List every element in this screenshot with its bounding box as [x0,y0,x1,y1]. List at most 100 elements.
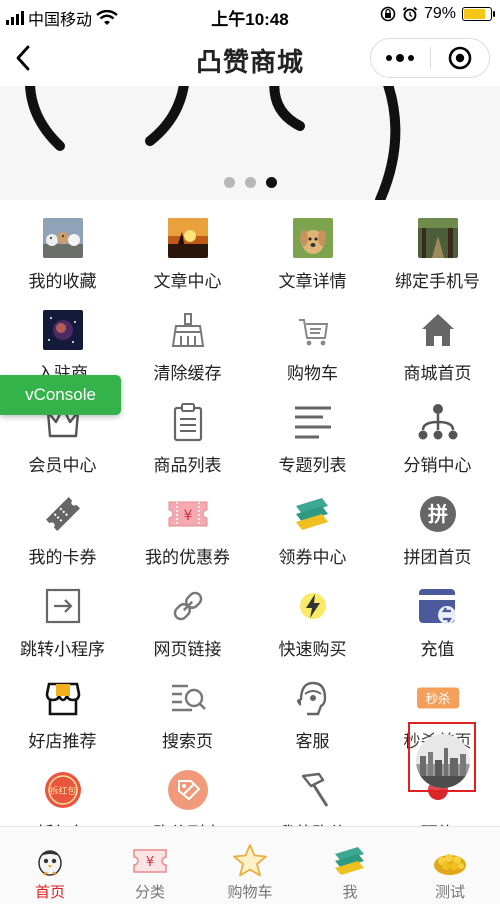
grid-item[interactable]: 砍价列表 [125,752,250,826]
lines-icon [292,401,334,443]
carousel-dot[interactable] [223,177,235,188]
grid-item-label: 专题列表 [278,456,347,475]
grid-item[interactable]: 清除缓存 [125,292,250,384]
grid-item[interactable]: 我的收藏 [0,200,125,292]
broom-icon [167,309,209,351]
grid-item-label: 商品列表 [153,456,222,475]
battery-percent: 79% [423,5,456,22]
grid-item[interactable]: 入驻商 [0,292,125,384]
more-icon [386,55,393,61]
grid-item[interactable]: 文章详情 [250,200,375,292]
grid-item-label: 购物车 [287,364,338,383]
grid-item-label: 领券中心 [278,548,347,567]
grid-item[interactable]: 搜索页 [125,660,250,752]
svg-text:¥: ¥ [146,855,154,870]
grid-item[interactable]: 跳转小程序 [0,568,125,660]
tab-label: 购物车 [227,884,273,901]
cart-icon [292,309,334,351]
axe-icon [292,769,334,811]
city-avatar-image [416,734,470,788]
banner-carousel[interactable] [0,86,500,200]
tab-item[interactable]: ¥ 分类 [100,827,200,904]
grid-item[interactable]: 我的卡券 [0,476,125,568]
grid-item-label: 拼团首页 [403,548,472,567]
grid-item-label: 会员中心 [28,456,97,475]
grid-item[interactable]: 领券中心 [250,476,375,568]
nav-bar: 凸赞商城 [0,30,500,86]
grid-item-label: 搜索页 [162,732,213,751]
grid-item-label: 快速购买 [278,640,347,659]
lock-rotation-icon [380,6,396,22]
grid-item-label: 分销中心 [403,456,472,475]
grid-item[interactable]: 拼拼团首页 [375,476,500,568]
bargain-tag-icon [167,769,209,811]
target-icon [448,46,472,70]
grid-item-label: 我的优惠券 [145,548,230,567]
headset-icon [292,677,334,719]
grid-item[interactable]: 网页链接 [125,568,250,660]
tab-item[interactable]: 首页 [0,827,100,904]
grid-item[interactable]: 专题列表 [250,384,375,476]
clipboard-icon [167,401,209,443]
carousel-dot[interactable] [265,177,277,188]
shop-icon [42,677,84,719]
sunset-photo-icon [167,217,209,259]
vconsole-button[interactable]: vConsole [0,375,121,415]
coupons-stack-icon [292,493,334,535]
svg-text:拆红包: 拆红包 [49,785,76,797]
grid-item-label: 我的砍价 [279,819,347,826]
more-button[interactable] [371,54,430,62]
grid-item[interactable]: 分销中心 [375,384,500,476]
tab-label: 我 [342,884,358,901]
grid-item[interactable]: ¥ 我的优惠券 [125,476,250,568]
alarm-icon [402,6,418,22]
grid-item-label: 好店推荐 [28,732,97,751]
battery-icon [462,7,495,21]
grid-item-label: 拆红包 [37,819,88,826]
grid-item-label: 跳转小程序 [20,640,105,659]
grid-item[interactable]: 商品列表 [125,384,250,476]
search-list-icon [167,677,209,719]
home-icon [417,309,459,351]
tab-label: 分类 [134,884,165,901]
floating-avatar-button[interactable] [408,722,476,792]
grid-item-label: 我的卡券 [28,548,97,567]
tab-bar: 首页 ¥ 分类 购物车 我 测试 [0,826,500,904]
carousel-dot[interactable] [244,177,256,188]
coupons-icon [330,843,370,879]
grid-item[interactable]: 文章中心 [125,200,250,292]
grid-item-label: 充值 [420,640,455,659]
status-bar: 中国移动 上午10:48 79% [0,0,500,30]
grid-item[interactable]: 充值 [375,568,500,660]
grid-item[interactable]: 好店推荐 [0,660,125,752]
coupon-yen-icon: ¥ [167,493,209,535]
tab-label: 测试 [434,884,465,901]
galaxy-photo-icon [42,309,84,351]
corn-icon [430,843,470,879]
grid-item-label: 我的收藏 [28,272,97,291]
grid-item[interactable]: 购物车 [250,292,375,384]
grid-item[interactable]: 商城首页 [375,292,500,384]
grid-item[interactable]: 拆红包拆红包 [0,752,125,826]
grid-item[interactable]: 绑定手机号 [375,200,500,292]
group-buy-icon: 拼 [417,493,459,535]
tab-item[interactable]: 测试 [400,827,500,904]
grid-item[interactable]: 我的砍价 [250,752,375,826]
svg-text:拼: 拼 [428,502,448,526]
grid-item[interactable]: 客服 [250,660,375,752]
grid-item-label: 文章详情 [278,272,347,291]
bird-icon [30,843,70,879]
puppy-photo-icon [292,217,334,259]
ticket-icon [42,493,84,535]
star-icon [230,843,270,879]
lightning-icon [292,585,334,627]
close-button[interactable] [430,46,489,70]
grid-item[interactable]: 快速购买 [250,568,375,660]
category-ticket-icon: ¥ [130,843,170,879]
tab-item[interactable]: 购物车 [200,827,300,904]
svg-text:秒杀: 秒杀 [425,691,450,706]
tab-item[interactable]: 我 [300,827,400,904]
arrow-box-icon [42,585,84,627]
grid-item-label: 商城首页 [403,364,472,383]
status-right: 79% [380,5,495,23]
